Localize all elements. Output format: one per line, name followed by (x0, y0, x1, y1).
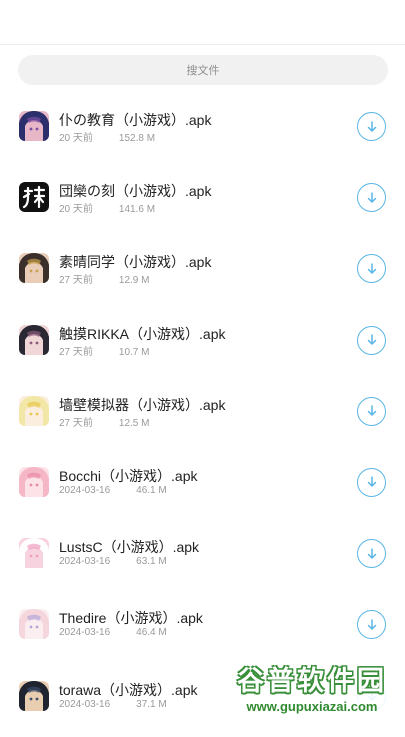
file-meta: 2024-03-16 63.1 M (59, 556, 167, 567)
download-button[interactable] (357, 183, 386, 213)
file-date: 27 天前 (59, 346, 93, 358)
file-meta: 27 天前 12.5 M (59, 414, 149, 429)
file-meta: 27 天前 10.7 M (59, 343, 149, 358)
download-arrow-icon (367, 334, 376, 345)
download-button[interactable] (357, 539, 386, 569)
file-meta: 2024-03-16 37.1 M (59, 699, 167, 710)
file-size: 37.1 M (136, 698, 167, 710)
watermark-title: 谷普软件园 (237, 666, 387, 696)
download-arrow-icon (367, 191, 376, 203)
file-date: 2024-03-16 (59, 484, 111, 496)
search-input[interactable]: 搜文件 (18, 55, 388, 85)
file-row[interactable]: 仆の教育（小游戏）.apk 20 天前 152.8 M (0, 96, 405, 167)
file-size: 12.9 M (118, 275, 150, 287)
file-row[interactable]: Thedire（小游戏）.apk 2024-03-16 46.4 M (0, 594, 405, 665)
file-meta: 20 天前 141.6 M (59, 200, 155, 215)
app-icon (19, 395, 49, 426)
app-icon (19, 466, 49, 497)
file-name: torawa（小游戏）.apk (59, 681, 198, 698)
file-date: 20 天前 (59, 204, 93, 216)
app-icon (19, 111, 49, 141)
file-size: 12.5 M (118, 417, 150, 429)
download-arrow-icon (367, 476, 376, 488)
download-button[interactable] (357, 325, 386, 355)
file-size: 46.4 M (136, 627, 167, 639)
file-date: 27 天前 (59, 417, 93, 429)
file-date: 27 天前 (59, 275, 93, 287)
file-row[interactable]: 団欒の刻（小游戏）.apk 20 天前 141.6 M (0, 167, 405, 238)
file-name: 墙壁模拟器（小游戏）.apk (59, 396, 226, 413)
search-placeholder: 搜文件 (186, 65, 220, 77)
app-icon (19, 182, 49, 213)
file-name: LustsC（小游戏）.apk (59, 539, 200, 556)
file-name: 触摸RIKKA（小游戏）.apk (59, 325, 226, 342)
file-meta: 2024-03-16 46.4 M (59, 627, 167, 638)
file-date: 20 天前 (59, 133, 93, 144)
file-name: Thedire（小游戏）.apk (59, 610, 203, 627)
file-date: 2024-03-16 (59, 698, 111, 710)
header-divider (0, 44, 405, 45)
file-size: 63.1 M (136, 556, 167, 568)
file-size: 152.8 M (118, 133, 156, 144)
file-row[interactable]: Bocchi（小游戏）.apk 2024-03-16 46.1 M (0, 452, 405, 523)
file-date: 2024-03-16 (59, 556, 111, 568)
file-row[interactable]: 素晴同学（小游戏）.apk 27 天前 12.9 M (0, 238, 405, 309)
file-name: 素晴同学（小游戏）.apk (59, 254, 212, 271)
file-row[interactable]: LustsC（小游戏）.apk 2024-03-16 63.1 M (0, 523, 405, 594)
file-name: 団欒の刻（小游戏）.apk (59, 183, 212, 200)
file-name: Bocchi（小游戏）.apk (59, 467, 198, 484)
app-icon (19, 538, 49, 569)
download-button[interactable] (357, 254, 386, 284)
download-arrow-icon (367, 120, 376, 132)
file-meta: 27 天前 12.9 M (59, 271, 149, 286)
file-name: 仆の教育（小游戏）.apk (59, 112, 212, 128)
file-size: 141.6 M (118, 204, 156, 216)
app-icon (19, 324, 49, 355)
file-meta: 2024-03-16 46.1 M (59, 485, 167, 496)
file-size: 46.1 M (136, 484, 167, 496)
download-button[interactable] (357, 610, 386, 640)
download-button[interactable] (357, 396, 386, 426)
file-row[interactable]: 触摸RIKKA（小游戏）.apk 27 天前 10.7 M (0, 310, 405, 381)
download-arrow-icon (367, 547, 376, 559)
file-size: 10.7 M (118, 346, 150, 358)
watermark-url: www.gupuxiazai.com (246, 699, 378, 714)
download-arrow-icon (367, 405, 376, 416)
file-meta: 20 天前 152.8 M (59, 129, 155, 144)
file-date: 2024-03-16 (59, 627, 111, 639)
download-arrow-icon (367, 263, 376, 274)
download-button[interactable] (357, 467, 386, 497)
file-list: 仆の教育（小游戏）.apk 20 天前 152.8 M 団欒の刻（小游戏）.apk… (0, 96, 405, 737)
download-arrow-icon (367, 619, 376, 630)
file-row[interactable]: 墙壁模拟器（小游戏）.apk 27 天前 12.5 M (0, 381, 405, 452)
watermark-logo: 谷普软件园 www.gupuxiazai.com (221, 657, 403, 719)
download-button[interactable] (357, 112, 386, 141)
app-icon (19, 609, 49, 640)
app-icon (19, 253, 49, 284)
app-icon (19, 680, 49, 711)
